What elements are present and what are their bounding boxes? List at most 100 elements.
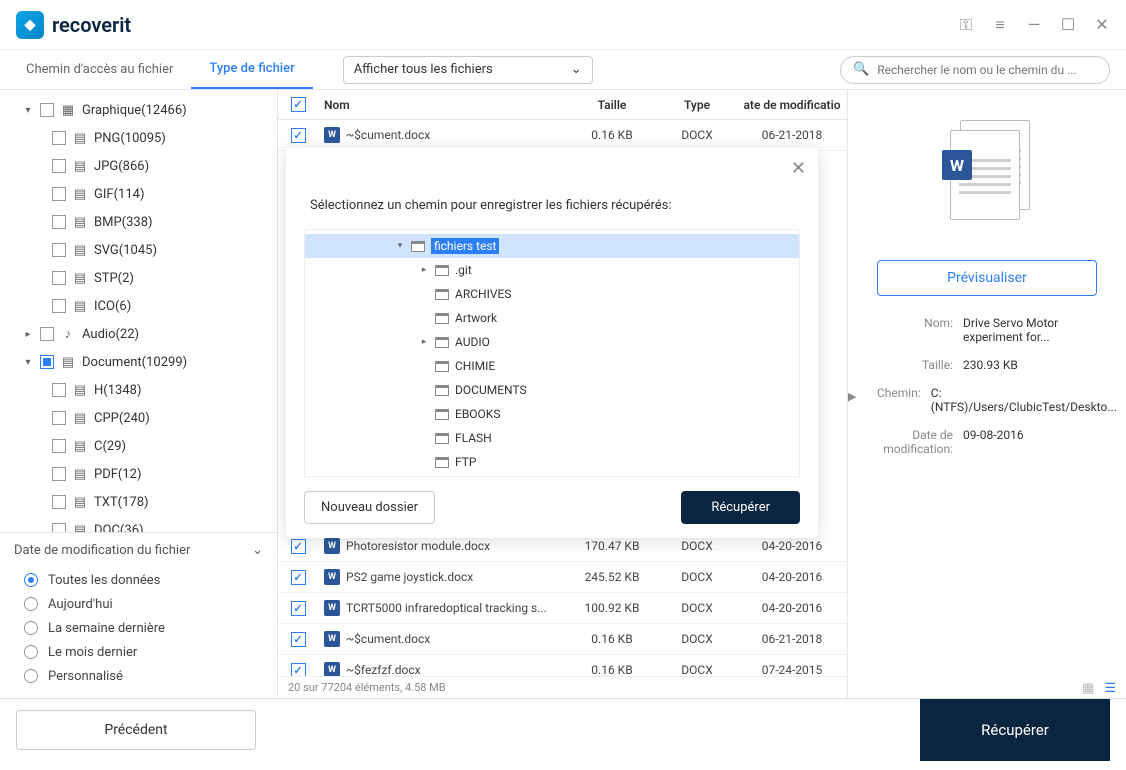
filter-label: Afficher tous les fichiers — [354, 62, 493, 77]
search-input[interactable] — [877, 63, 1097, 77]
app-name: recoverit — [52, 13, 131, 37]
menu-icon[interactable]: ≡ — [992, 17, 1008, 33]
new-folder-button[interactable]: Nouveau dossier — [304, 491, 435, 524]
tree-svg[interactable]: ▤SVG(1045) — [0, 236, 277, 264]
caret-icon: ▸ — [419, 337, 429, 347]
close-icon[interactable]: ✕ — [1094, 17, 1110, 33]
filter-select[interactable]: Afficher tous les fichiers ⌄ — [343, 56, 593, 84]
document-icon: ▤ — [60, 354, 76, 370]
date-radio-0[interactable]: Toutes les données — [14, 568, 263, 592]
grid-view-icon[interactable]: ▦ — [1082, 681, 1094, 696]
folder-item[interactable]: FLASH — [305, 426, 799, 450]
folder-item[interactable]: EBOOKS — [305, 402, 799, 426]
tree-cpp[interactable]: ▤CPP(240) — [0, 404, 277, 432]
word-icon: W — [324, 569, 340, 585]
folder-item[interactable]: CHIMIE — [305, 354, 799, 378]
table-row[interactable]: W~$cument.docx0.16 KBDOCX06-21-2018 — [278, 624, 847, 655]
table-row[interactable]: W~$cument.docx0.16 KBDOCX06-21-2018 — [278, 120, 847, 151]
modal-recover-button[interactable]: Récupérer — [681, 491, 800, 524]
select-all-checkbox[interactable] — [291, 97, 306, 112]
tree-bmp[interactable]: ▤BMP(338) — [0, 208, 277, 236]
audio-icon: ♪ — [60, 326, 76, 342]
date-filter-header[interactable]: Date de modification du fichier⌄ — [14, 543, 263, 558]
date-filter: Date de modification du fichier⌄ Toutes … — [0, 532, 277, 698]
col-name[interactable]: Nom — [318, 98, 567, 112]
folder-icon — [435, 337, 449, 348]
previous-button[interactable]: Précédent — [16, 710, 256, 750]
recover-button[interactable]: Récupérer — [920, 699, 1110, 761]
word-icon: W — [942, 150, 972, 180]
word-icon: W — [324, 662, 340, 676]
row-checkbox[interactable] — [291, 632, 306, 647]
row-checkbox[interactable] — [291, 128, 306, 143]
search-icon: 🔍 — [853, 62, 869, 77]
folder-icon — [435, 313, 449, 324]
table-row[interactable]: W~$fezfzf.docx0.16 KBDOCX07-24-2015 — [278, 655, 847, 676]
tree-ico[interactable]: ▤ICO(6) — [0, 292, 277, 320]
date-radio-4[interactable]: Personnalisé — [14, 664, 263, 688]
tree-png[interactable]: ▤PNG(10095) — [0, 124, 277, 152]
chevron-down-icon: ⌄ — [571, 62, 582, 77]
app-logo: ◆ recoverit — [16, 11, 131, 39]
meta-path: C:(NTFS)/Users/ClubicTest/Deskto... — [931, 386, 1117, 414]
expand-handle-icon[interactable]: ▶ — [848, 390, 856, 403]
folder-tree[interactable]: ▾fichiers test▸.gitARCHIVESArtwork▸AUDIO… — [304, 229, 800, 477]
col-date[interactable]: ate de modificatio — [737, 98, 847, 112]
tree-doc[interactable]: ▤DOC(36) — [0, 516, 277, 532]
tree-c[interactable]: ▤C(29) — [0, 432, 277, 460]
row-checkbox[interactable] — [291, 663, 306, 677]
list-view-icon[interactable]: ☰ — [1104, 681, 1116, 696]
word-icon: W — [324, 127, 340, 143]
tab-path[interactable]: Chemin d'accès au fichier — [8, 50, 191, 89]
table-row[interactable]: WTCRT5000 infraredoptical tracking s...1… — [278, 593, 847, 624]
tree-audio[interactable]: ▸♪Audio(22) — [0, 320, 277, 348]
meta-size: 230.93 KB — [963, 358, 1097, 372]
modal-close-icon[interactable]: ✕ — [791, 158, 806, 179]
tree-document[interactable]: ▾▤Document(10299) — [0, 348, 277, 376]
table-row[interactable]: WPS2 game joystick.docx245.52 KBDOCX04-2… — [278, 562, 847, 593]
chevron-down-icon: ⌄ — [252, 543, 263, 558]
folder-item[interactable]: ▾fichiers test — [305, 234, 799, 258]
row-checkbox[interactable] — [291, 539, 306, 554]
titlebar: ◆ recoverit ⚿ ≡ — ☐ ✕ — [0, 0, 1126, 50]
tree-gif[interactable]: ▤GIF(114) — [0, 180, 277, 208]
folder-icon — [435, 385, 449, 396]
search-box[interactable]: 🔍 — [840, 56, 1110, 84]
tree-txt[interactable]: ▤TXT(178) — [0, 488, 277, 516]
image-icon: ▦ — [60, 102, 76, 118]
folder-item[interactable]: ▸.git — [305, 258, 799, 282]
tree-stp[interactable]: ▤STP(2) — [0, 264, 277, 292]
folder-icon — [435, 361, 449, 372]
radio-icon — [24, 573, 38, 587]
tree-pdf[interactable]: ▤PDF(12) — [0, 460, 277, 488]
meta-name: Drive Servo Motor experiment for... — [963, 316, 1097, 344]
folder-item[interactable]: Artwork — [305, 306, 799, 330]
meta-date: 09-08-2016 — [963, 428, 1097, 456]
maximize-icon[interactable]: ☐ — [1060, 17, 1076, 33]
col-type[interactable]: Type — [657, 98, 737, 112]
tab-type[interactable]: Type de fichier — [191, 50, 312, 89]
word-icon: W — [324, 600, 340, 616]
date-radio-1[interactable]: Aujourd'hui — [14, 592, 263, 616]
tree-h[interactable]: ▤H(1348) — [0, 376, 277, 404]
folder-icon — [435, 457, 449, 468]
folder-item[interactable]: DOCUMENTS — [305, 378, 799, 402]
row-checkbox[interactable] — [291, 601, 306, 616]
word-icon: W — [324, 538, 340, 554]
word-icon: W — [324, 631, 340, 647]
tree-graphique[interactable]: ▾▦Graphique(12466) — [0, 96, 277, 124]
col-size[interactable]: Taille — [567, 98, 657, 112]
row-checkbox[interactable] — [291, 570, 306, 585]
preview-button[interactable]: Prévisualiser — [877, 260, 1097, 296]
tree-jpg[interactable]: ▤JPG(866) — [0, 152, 277, 180]
key-icon[interactable]: ⚿ — [958, 17, 974, 33]
folder-item[interactable]: ▸AUDIO — [305, 330, 799, 354]
folder-item[interactable]: ARCHIVES — [305, 282, 799, 306]
folder-icon — [411, 241, 425, 252]
date-radio-2[interactable]: La semaine dernière — [14, 616, 263, 640]
minimize-icon[interactable]: — — [1026, 17, 1042, 33]
date-radio-3[interactable]: Le mois dernier — [14, 640, 263, 664]
tabs-row: Chemin d'accès au fichier Type de fichie… — [0, 50, 1126, 90]
folder-icon — [435, 433, 449, 444]
folder-item[interactable]: FTP — [305, 450, 799, 474]
